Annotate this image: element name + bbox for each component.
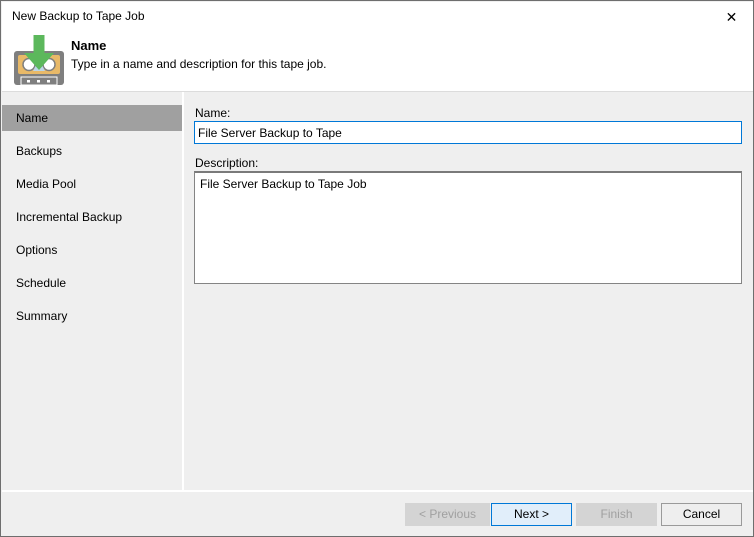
- job-name-input[interactable]: [194, 121, 742, 144]
- sidebar-item-incremental-backup[interactable]: Incremental Backup: [2, 204, 182, 230]
- header-subtitle: Type in a name and description for this …: [71, 56, 327, 72]
- sidebar-item-schedule[interactable]: Schedule: [2, 270, 182, 296]
- previous-button[interactable]: < Previous: [405, 503, 490, 526]
- close-button[interactable]: ✕: [709, 2, 754, 31]
- wizard-step-list: Name Backups Media Pool Incremental Back…: [2, 92, 182, 490]
- window-title: New Backup to Tape Job: [12, 8, 145, 24]
- close-icon: ✕: [726, 10, 738, 24]
- content-pane: Name: Description:: [184, 92, 754, 490]
- finish-button[interactable]: Finish: [576, 503, 657, 526]
- sidebar-item-summary[interactable]: Summary: [2, 303, 182, 329]
- cancel-button[interactable]: Cancel: [661, 503, 742, 526]
- tape-backup-icon: [11, 33, 67, 89]
- description-label: Description:: [195, 156, 258, 171]
- name-label: Name:: [195, 106, 230, 121]
- job-description-input[interactable]: [194, 171, 742, 284]
- dialog-header: Name Type in a name and description for …: [2, 31, 754, 91]
- dialog-footer: < Previous Next > Finish Cancel: [2, 492, 754, 537]
- sidebar-item-options[interactable]: Options: [2, 237, 182, 263]
- dialog-window: New Backup to Tape Job ✕: [0, 0, 754, 537]
- next-button[interactable]: Next >: [491, 503, 572, 526]
- sidebar-item-backups[interactable]: Backups: [2, 138, 182, 164]
- title-bar: New Backup to Tape Job ✕: [2, 2, 754, 31]
- sidebar-item-name[interactable]: Name: [2, 105, 182, 131]
- sidebar-item-media-pool[interactable]: Media Pool: [2, 171, 182, 197]
- header-title: Name: [71, 38, 106, 54]
